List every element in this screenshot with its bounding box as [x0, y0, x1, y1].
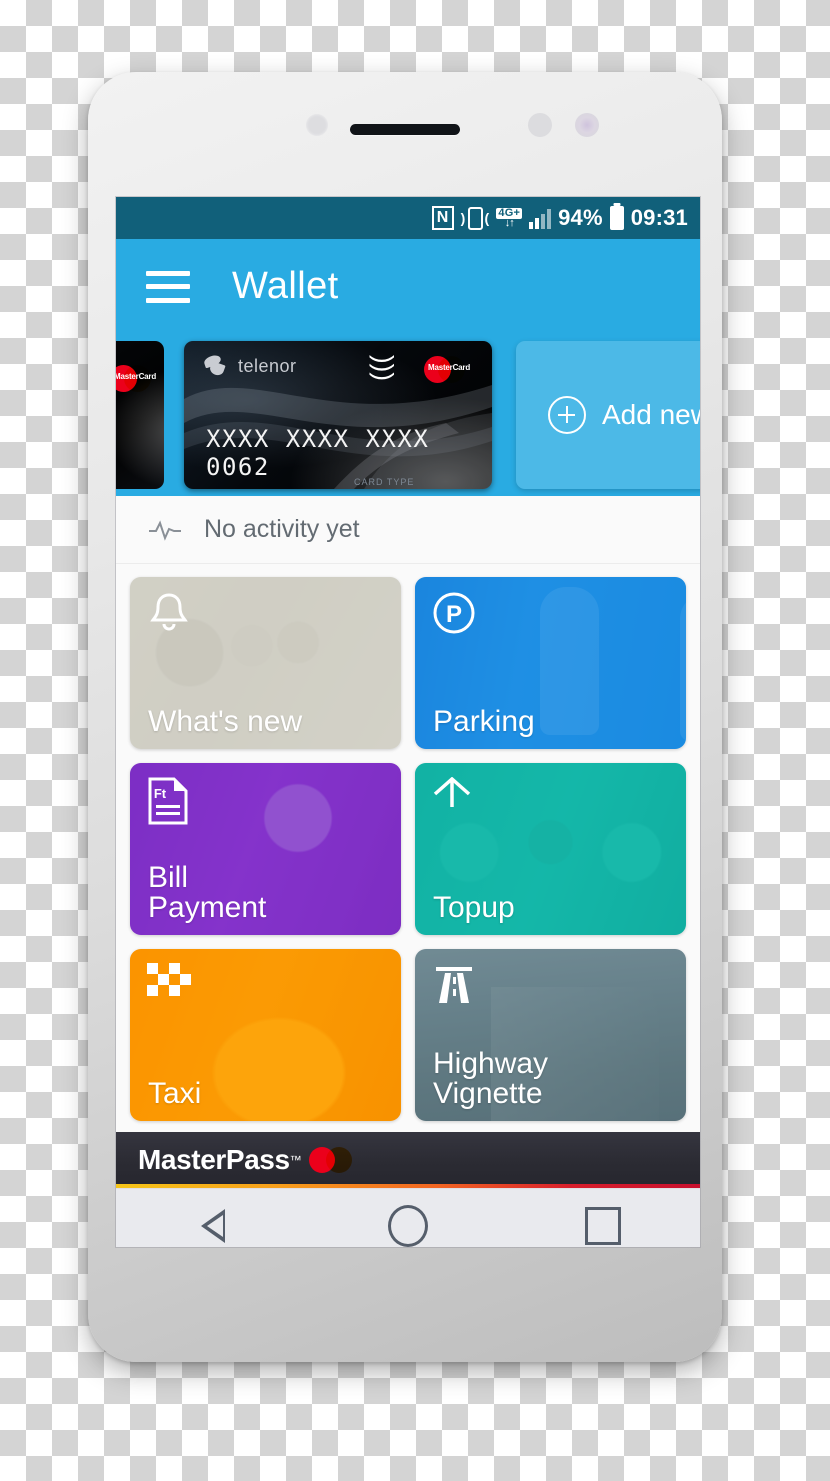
vibrate-icon: ) (	[460, 206, 490, 230]
tile-label: Taxi	[148, 1077, 202, 1111]
vibrate-wave-right: (	[484, 210, 490, 226]
tile-label: What's new	[148, 705, 303, 739]
masterpass-trademark: ™	[289, 1153, 302, 1167]
page-title: Wallet	[232, 265, 339, 307]
svg-text:P: P	[446, 601, 462, 628]
proximity-sensor-icon	[306, 114, 328, 136]
phone-screen: N ) ( 4G+ ↓↑ 94% 09:31 Wallet MasterCard…	[116, 197, 700, 1247]
activity-row[interactable]: No activity yet	[116, 496, 700, 564]
mastercard-label: MasterCard	[427, 363, 471, 372]
tile-label: Highway Vignette	[433, 1046, 549, 1111]
tile-label: Topup	[433, 891, 515, 925]
vibrate-phone-body	[467, 206, 483, 230]
status-bar: N ) ( 4G+ ↓↑ 94% 09:31	[116, 197, 700, 239]
app-bar: Wallet	[116, 239, 700, 334]
card-number: XXXX XXXX XXXX 0062	[206, 425, 430, 481]
mastercard-logo: MasterCard	[116, 363, 160, 394]
battery-icon	[609, 206, 624, 230]
tile-label-line2: Payment	[148, 891, 267, 925]
telenor-brand: telenor	[204, 355, 297, 377]
plus-circle-icon	[548, 396, 586, 434]
nfc-glyph: N	[431, 206, 454, 230]
tile-highway-vignette[interactable]: Highway Vignette	[415, 949, 686, 1121]
front-camera-icon	[575, 113, 599, 137]
phone-device: N ) ( 4G+ ↓↑ 94% 09:31 Wallet MasterCard…	[88, 72, 722, 1362]
hamburger-menu-icon[interactable]	[146, 270, 190, 303]
nfc-icon: N	[431, 206, 454, 230]
add-new-card-button[interactable]: Add new b	[516, 341, 700, 489]
card-previous[interactable]: MasterCard 4	[116, 341, 164, 489]
add-new-card-label: Add new b	[602, 399, 700, 430]
masterpass-banner[interactable]: MasterPass ™	[116, 1132, 700, 1188]
tile-taxi[interactable]: Taxi	[130, 949, 401, 1121]
telenor-name: telenor	[238, 355, 297, 376]
nav-recents-button[interactable]	[558, 1203, 648, 1247]
status-clock: 09:31	[630, 205, 688, 230]
tile-whats-new[interactable]: What's new	[130, 577, 401, 749]
masterpass-gradient-stripe	[116, 1184, 700, 1188]
vibrate-wave-left: )	[460, 210, 466, 226]
bell-icon	[150, 593, 188, 631]
checkered-flag-icon	[147, 963, 191, 996]
phone-top-bezel	[88, 72, 722, 197]
network-arrows: ↓↑	[504, 216, 515, 229]
tile-label-line1: Bill	[148, 860, 189, 894]
nav-back-button[interactable]	[168, 1203, 258, 1247]
parking-p-icon: P	[433, 592, 475, 634]
mastercard-logo	[308, 1146, 353, 1174]
home-circle-icon	[387, 1205, 428, 1247]
pulse-activity-icon	[149, 519, 181, 541]
tile-label-line2: Vignette	[433, 1077, 543, 1111]
nav-home-button[interactable]	[363, 1203, 453, 1247]
tile-label: Parking	[433, 705, 535, 739]
network-4g-plus-icon: 4G+ ↓↑	[496, 207, 523, 229]
mastercard-logo: MasterCard	[424, 354, 474, 385]
card-active[interactable]: telenor ))) MasterCard XXXX XXXX XXXX 00…	[184, 341, 492, 489]
tile-topup[interactable]: Topup	[415, 763, 686, 935]
card-carousel[interactable]: MasterCard 4 telenor ))) Mast	[116, 334, 700, 496]
battery-percent-label: 94%	[558, 205, 603, 230]
masterpass-wordmark: MasterPass	[138, 1144, 290, 1175]
contactless-payment-icon: )))	[369, 355, 400, 381]
motorway-icon	[436, 967, 472, 1003]
svg-text:Ft: Ft	[154, 786, 167, 801]
activity-empty-text: No activity yet	[204, 515, 360, 543]
recents-square-icon	[584, 1207, 621, 1245]
invoice-ft-icon: Ft	[148, 777, 188, 825]
tile-bill-payment[interactable]: Ft Bill Payment	[130, 763, 401, 935]
android-navigation-bar	[116, 1188, 700, 1247]
tile-label: Bill Payment	[148, 860, 267, 925]
earpiece-speaker	[350, 124, 460, 135]
light-sensor-icon	[528, 113, 552, 137]
arrow-up-icon	[433, 777, 471, 807]
telenor-logo-icon	[204, 355, 230, 377]
tile-parking[interactable]: P Parking	[415, 577, 686, 749]
back-triangle-icon	[201, 1209, 226, 1243]
signal-bars-icon	[529, 207, 552, 229]
service-tiles-grid: What's new P Parking Ft Bill Payment Top…	[116, 564, 700, 1121]
tile-label-line1: Highway	[433, 1046, 549, 1080]
card-type-label: CARD TYPE	[354, 477, 415, 487]
